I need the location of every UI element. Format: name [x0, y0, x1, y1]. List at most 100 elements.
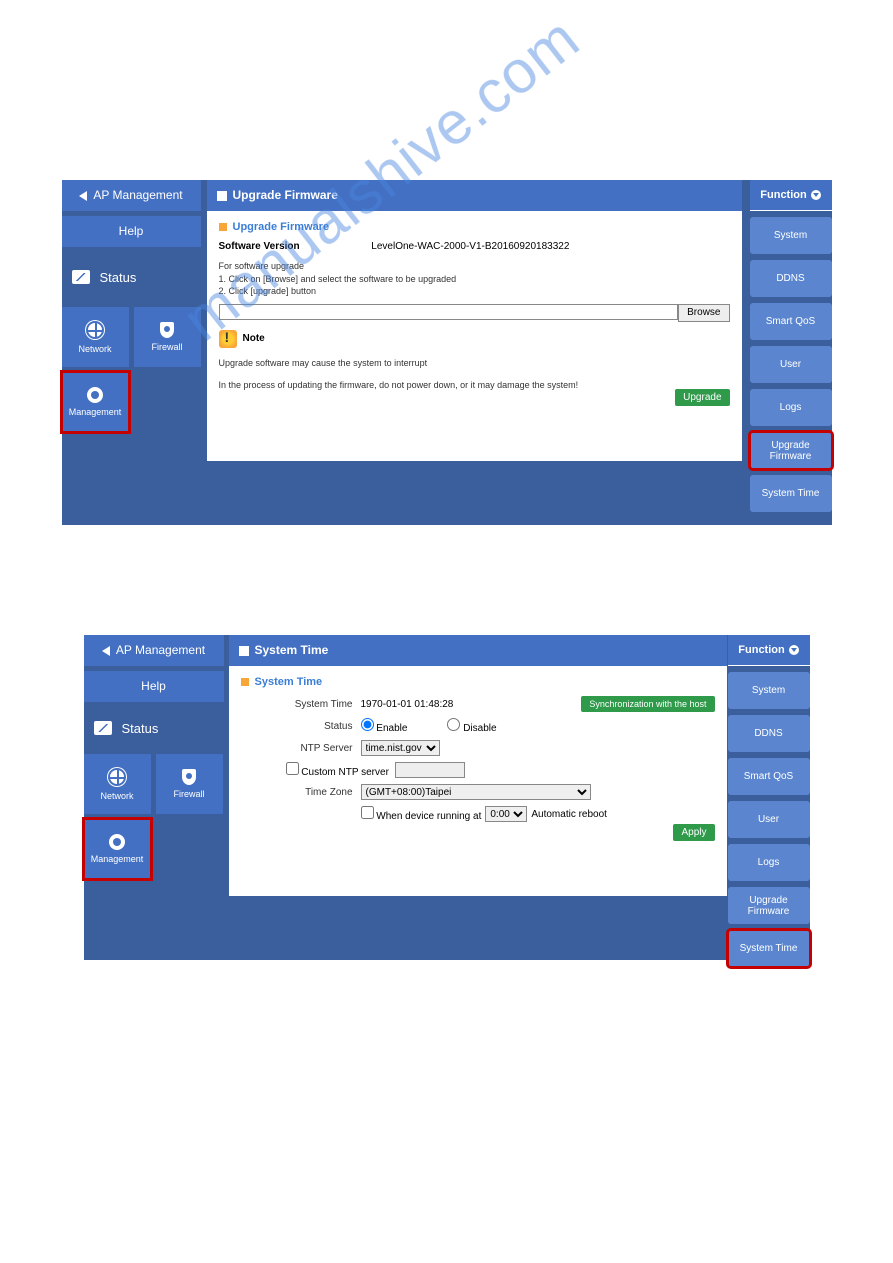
reboot-time-select[interactable]: 0:00 — [485, 806, 527, 822]
arrow-left-icon — [79, 191, 87, 201]
enable-radio[interactable] — [361, 718, 374, 731]
fn-user[interactable]: User — [750, 346, 832, 383]
ntp-server-select[interactable]: time.nist.gov — [361, 740, 440, 756]
tile-management[interactable]: Management — [84, 819, 151, 879]
system-time-label: System Time — [241, 699, 361, 710]
fn-user[interactable]: User — [728, 801, 810, 838]
auto-reboot-row: When device running at 0:00 Automatic re… — [241, 806, 715, 822]
page-header: Upgrade Firmware — [207, 180, 742, 211]
fn-system-time[interactable]: System Time — [728, 930, 810, 967]
page-title: System Time — [255, 635, 329, 666]
fn-ddns[interactable]: DDNS — [728, 715, 810, 752]
status-label: Status — [100, 270, 137, 285]
content-panel: Upgrade Firmware Software Version LevelO… — [207, 211, 742, 461]
instructions: For software upgrade 1. Click on [Browse… — [219, 260, 730, 298]
apply-button[interactable]: Apply — [673, 824, 714, 841]
auto-reboot-suffix: Automatic reboot — [531, 809, 607, 820]
tile-firewall[interactable]: Firewall — [134, 307, 201, 367]
instr-line: 1. Click on [Browse] and select the soft… — [219, 273, 730, 286]
function-header[interactable]: Function — [750, 180, 832, 211]
section-subtitle: System Time — [255, 676, 323, 688]
page-header: System Time — [229, 635, 727, 666]
left-nav: AP Management Help Status Network Firewa… — [84, 635, 224, 884]
function-header-label: Function — [738, 635, 784, 666]
function-header-label: Function — [760, 180, 806, 211]
software-version-row: Software Version LevelOne-WAC-2000-V1-B2… — [219, 241, 730, 252]
tile-firewall[interactable]: Firewall — [156, 754, 223, 814]
chart-icon — [72, 270, 90, 284]
system-time-screen: AP Management Help Status Network Firewa… — [84, 635, 810, 960]
browse-button[interactable]: Browse — [678, 304, 729, 322]
auto-reboot-checkbox[interactable] — [361, 806, 374, 819]
fn-system[interactable]: System — [728, 672, 810, 709]
file-select-row: Browse — [219, 304, 730, 322]
bullet-icon — [219, 223, 227, 231]
tile-firewall-label: Firewall — [151, 342, 182, 352]
tile-network-label: Network — [100, 791, 133, 801]
enable-option[interactable]: Enable — [361, 718, 408, 734]
fn-smart-qos[interactable]: Smart QoS — [750, 303, 832, 340]
left-nav: AP Management Help Status Network Firewa… — [62, 180, 201, 437]
tile-network[interactable]: Network — [84, 754, 151, 814]
shield-icon — [182, 769, 196, 785]
arrow-left-icon — [102, 646, 110, 656]
page-title: Upgrade Firmware — [233, 180, 338, 211]
fn-system-time[interactable]: System Time — [750, 475, 832, 512]
tile-management-label: Management — [69, 407, 122, 417]
square-icon — [239, 646, 249, 656]
fn-upgrade-firmware[interactable]: Upgrade Firmware — [750, 432, 832, 469]
fn-upgrade-firmware[interactable]: Upgrade Firmware — [728, 887, 810, 924]
upgrade-button[interactable]: Upgrade — [675, 389, 729, 406]
globe-icon — [107, 767, 127, 787]
ntp-server-row: NTP Server time.nist.gov — [241, 740, 715, 756]
custom-ntp-input[interactable] — [395, 762, 465, 778]
tile-management-label: Management — [91, 854, 144, 864]
section-subtitle: Upgrade Firmware — [233, 221, 330, 233]
tile-network[interactable]: Network — [62, 307, 129, 367]
custom-ntp-option[interactable]: Custom NTP server — [286, 762, 389, 778]
system-time-row: System Time 1970-01-01 01:48:28 Synchron… — [241, 696, 715, 712]
disable-option[interactable]: Disable — [447, 718, 496, 734]
main-content: System Time System Time System Time 1970… — [229, 635, 727, 896]
chevron-down-icon — [789, 645, 799, 655]
ap-management-link[interactable]: AP Management — [62, 180, 201, 211]
status-section[interactable]: Status — [62, 252, 201, 302]
custom-ntp-checkbox[interactable] — [286, 762, 299, 775]
note-label: Note — [243, 333, 265, 344]
section-subheader: Upgrade Firmware — [219, 221, 730, 233]
timezone-select[interactable]: (GMT+08:00)Taipei — [361, 784, 591, 800]
function-header[interactable]: Function — [728, 635, 810, 666]
status-label: Status — [122, 721, 159, 736]
sync-host-button[interactable]: Synchronization with the host — [581, 696, 714, 712]
fn-system[interactable]: System — [750, 217, 832, 254]
function-sidebar: Function System DDNS Smart QoS User Logs… — [728, 635, 810, 967]
chart-icon — [94, 721, 112, 735]
status-row: Status Enable Disable — [241, 718, 715, 734]
main-content: Upgrade Firmware Upgrade Firmware Softwa… — [207, 180, 742, 461]
fn-logs[interactable]: Logs — [750, 389, 832, 426]
help-link[interactable]: Help — [84, 671, 224, 702]
file-path-input[interactable] — [219, 304, 679, 320]
help-link[interactable]: Help — [62, 216, 201, 247]
shield-icon — [160, 322, 174, 338]
timezone-row: Time Zone (GMT+08:00)Taipei — [241, 784, 715, 800]
square-icon — [217, 191, 227, 201]
disable-radio[interactable] — [447, 718, 460, 731]
tile-management[interactable]: Management — [62, 372, 129, 432]
ap-management-label: AP Management — [116, 635, 205, 666]
warning-icon — [219, 330, 237, 348]
auto-reboot-option[interactable]: When device running at — [361, 806, 482, 822]
fn-logs[interactable]: Logs — [728, 844, 810, 881]
note-row: Note — [219, 330, 730, 348]
fn-ddns[interactable]: DDNS — [750, 260, 832, 297]
warning-msg-1: Upgrade software may cause the system to… — [219, 358, 730, 368]
gear-icon — [87, 387, 103, 403]
ntp-server-label: NTP Server — [241, 743, 361, 754]
tile-firewall-label: Firewall — [173, 789, 204, 799]
status-section[interactable]: Status — [84, 707, 224, 749]
ap-management-link[interactable]: AP Management — [84, 635, 224, 666]
upgrade-firmware-screen: AP Management Help Status Network Firewa… — [62, 180, 832, 525]
fn-smart-qos[interactable]: Smart QoS — [728, 758, 810, 795]
custom-ntp-row: Custom NTP server — [241, 762, 715, 778]
gear-icon — [109, 834, 125, 850]
